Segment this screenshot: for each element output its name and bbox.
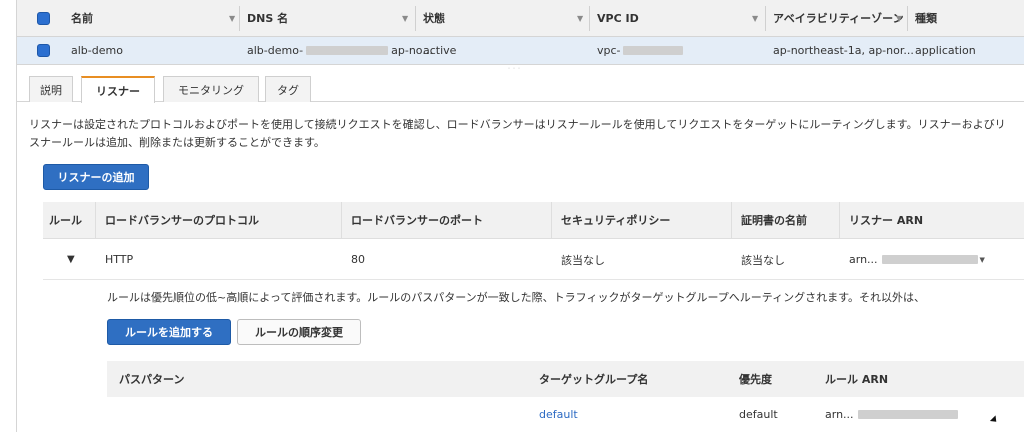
lb-vpc-id: vpc- xyxy=(597,37,683,64)
sort-caret-icon[interactable]: ▼ xyxy=(402,14,408,23)
column-separator xyxy=(731,202,732,239)
listener-security-policy: 該当なし xyxy=(561,253,605,267)
column-header-name[interactable]: 名前 xyxy=(71,0,93,36)
column-separator xyxy=(551,202,552,239)
table-row: ▼ HTTP 80 該当なし 該当なし arn... ▼ xyxy=(43,240,1024,280)
column-separator xyxy=(95,202,96,239)
column-separator xyxy=(415,6,416,31)
detail-tabs: 説明 リスナー モニタリング タグ xyxy=(17,74,1024,103)
redacted-mask xyxy=(881,255,978,264)
lb-availability-zones: ap-northeast-1a, ap-nor... xyxy=(773,44,914,57)
column-header-certificate: 証明書の名前 xyxy=(741,214,807,227)
column-header-rules: ルール xyxy=(49,214,82,227)
column-header-priority: 優先度 xyxy=(739,373,772,386)
column-separator xyxy=(765,6,766,31)
column-separator xyxy=(839,202,840,239)
dns-prefix: alb-demo- xyxy=(247,44,304,57)
select-all-checkbox[interactable] xyxy=(37,0,50,36)
column-separator xyxy=(589,6,590,31)
lb-state: active xyxy=(423,44,457,57)
add-listener-button[interactable]: リスナーの追加 xyxy=(43,164,149,190)
checkbox-icon xyxy=(37,11,50,25)
column-header-path-pattern: パスパターン xyxy=(119,373,185,386)
listener-description: リスナーは設定されたプロトコルおよびポートを使用して接続リクエストを確認し、ロー… xyxy=(29,118,1006,149)
rules-description: ルールは優先順位の低~高順によって評価されます。ルールのパスパターンが一致した際… xyxy=(107,291,926,304)
target-group-link[interactable]: default xyxy=(539,397,578,432)
column-header-protocol: ロードバランサーのプロトコル xyxy=(105,214,259,227)
sort-caret-icon[interactable]: ▼ xyxy=(577,14,583,23)
lb-dns-name: alb-demo- ap-no... xyxy=(247,37,433,64)
reorder-rules-button[interactable]: ルールの順序変更 xyxy=(237,319,361,345)
listeners-table-header: ルール ロードバランサーのプロトコル ロードバランサーのポート セキュリティポリ… xyxy=(43,202,1024,239)
redacted-mask xyxy=(622,46,683,55)
column-header-rule-arn: ルール ARN xyxy=(825,373,889,386)
listener-certificate: 該当なし xyxy=(741,253,785,267)
column-header-listener-arn: リスナー ARN xyxy=(849,214,924,227)
vpc-prefix: vpc- xyxy=(597,44,621,57)
row-checkbox[interactable] xyxy=(37,37,50,64)
column-header-state[interactable]: 状態 xyxy=(423,0,445,36)
tab-monitoring[interactable]: モニタリング xyxy=(163,76,259,102)
tab-tags[interactable]: タグ xyxy=(265,76,311,102)
arn-prefix: arn... xyxy=(849,253,878,266)
listener-protocol: HTTP xyxy=(105,253,134,266)
rule-arn: arn... xyxy=(825,397,958,432)
column-header-target-group: ターゲットグループ名 xyxy=(539,373,649,386)
add-rule-button[interactable]: ルールを追加する xyxy=(107,319,231,345)
rules-table-header: パスパターン ターゲットグループ名 優先度 ルール ARN xyxy=(107,361,1024,397)
sort-caret-icon[interactable]: ▼ xyxy=(896,14,902,23)
tab-listeners[interactable]: リスナー xyxy=(81,76,155,103)
redacted-mask xyxy=(306,46,389,55)
listener-port: 80 xyxy=(351,253,365,266)
column-separator xyxy=(239,6,240,31)
column-header-port: ロードバランサーのポート xyxy=(351,214,483,227)
column-header-az[interactable]: アベイラビリティーゾーン xyxy=(773,0,904,36)
column-separator xyxy=(907,6,908,31)
table-row: default default arn... xyxy=(107,397,1024,432)
column-header-security-policy: セキュリティポリシー xyxy=(561,214,671,227)
column-header-dns[interactable]: DNS 名 xyxy=(247,0,288,36)
lb-name[interactable]: alb-demo xyxy=(71,37,123,64)
expand-caret-icon[interactable]: ▼ xyxy=(67,240,75,279)
chevron-down-icon[interactable]: ▼ xyxy=(980,256,985,264)
sort-caret-icon[interactable]: ▼ xyxy=(752,14,758,23)
lb-type: application xyxy=(915,44,976,57)
checkbox-icon xyxy=(37,44,50,57)
redacted-mask xyxy=(857,410,958,419)
column-header-type[interactable]: 種類 xyxy=(915,0,937,36)
column-separator xyxy=(341,202,342,239)
column-header-vpc[interactable]: VPC ID xyxy=(597,0,639,36)
arn-prefix: arn... xyxy=(825,408,854,421)
load-balancer-console: 名前 ▼ DNS 名 ▼ 状態 ▼ VPC ID ▼ アベイラビリティーゾーン … xyxy=(16,0,1024,432)
tab-description[interactable]: 説明 xyxy=(29,76,73,102)
sort-caret-icon[interactable]: ▼ xyxy=(229,14,235,23)
lb-table-header: 名前 ▼ DNS 名 ▼ 状態 ▼ VPC ID ▼ アベイラビリティーゾーン … xyxy=(17,0,1024,37)
listener-arn[interactable]: arn... ▼ xyxy=(849,240,985,279)
rule-priority: default xyxy=(739,408,778,421)
table-row[interactable]: alb-demo alb-demo- ap-no... active vpc- … xyxy=(17,37,1024,65)
